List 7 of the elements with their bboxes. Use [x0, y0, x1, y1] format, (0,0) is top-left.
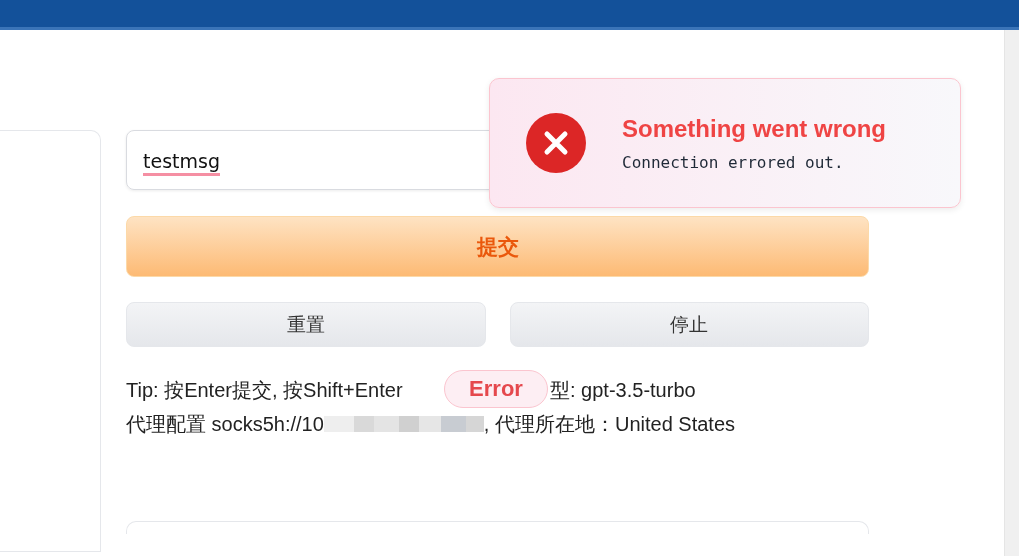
error-badge: Error — [444, 370, 548, 408]
proxy-location-text: , 代理所在地：United States — [483, 411, 736, 437]
model-text: 型: gpt-3.5-turbo — [550, 377, 696, 403]
toast-title: Something went wrong — [622, 114, 886, 143]
toast-message: Connection errored out. — [622, 152, 845, 172]
proxy-text: 代理配置 socks5h://10 — [126, 411, 324, 437]
tip-text: Tip: 按Enter提交, 按Shift+Enter — [126, 377, 404, 403]
